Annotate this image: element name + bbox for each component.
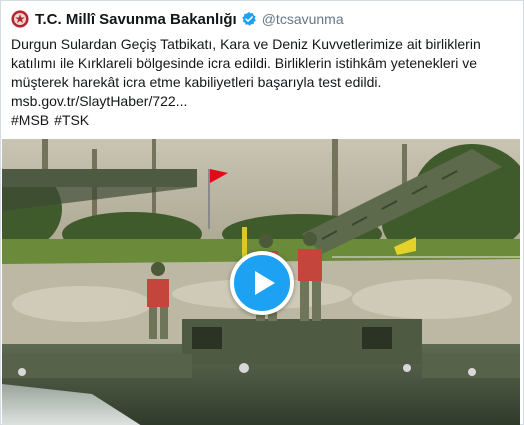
- verified-badge-icon: [241, 11, 257, 27]
- play-icon: [254, 271, 275, 295]
- account-display-name[interactable]: T.C. Millî Savunma Bakanlığı: [35, 11, 237, 28]
- ministry-emblem-icon[interactable]: [11, 10, 29, 28]
- video-player[interactable]: [2, 139, 520, 425]
- tweet-card[interactable]: T.C. Millî Savunma Bakanlığı @tcsavunma …: [0, 0, 524, 425]
- tweet-text-line: müşterek harekât icra etme kabiliyetleri…: [11, 74, 382, 90]
- hashtag-msb[interactable]: #MSB: [11, 112, 49, 128]
- tweet-header: T.C. Millî Savunma Bakanlığı @tcsavunma: [11, 9, 344, 29]
- play-button[interactable]: [230, 251, 294, 315]
- hashtag-tsk[interactable]: #TSK: [54, 112, 89, 128]
- tweet-text-line: Durgun Sulardan Geçiş Tatbikatı, Kara ve…: [11, 36, 481, 52]
- tweet-text: Durgun Sulardan Geçiş Tatbikatı, Kara ve…: [11, 35, 511, 130]
- tweet-link[interactable]: msb.gov.tr/SlaytHaber/722...: [11, 92, 511, 111]
- account-handle[interactable]: @tcsavunma: [262, 11, 344, 27]
- tweet-text-line: katılımı ile Kırklareli bölgesinde icra …: [11, 55, 478, 71]
